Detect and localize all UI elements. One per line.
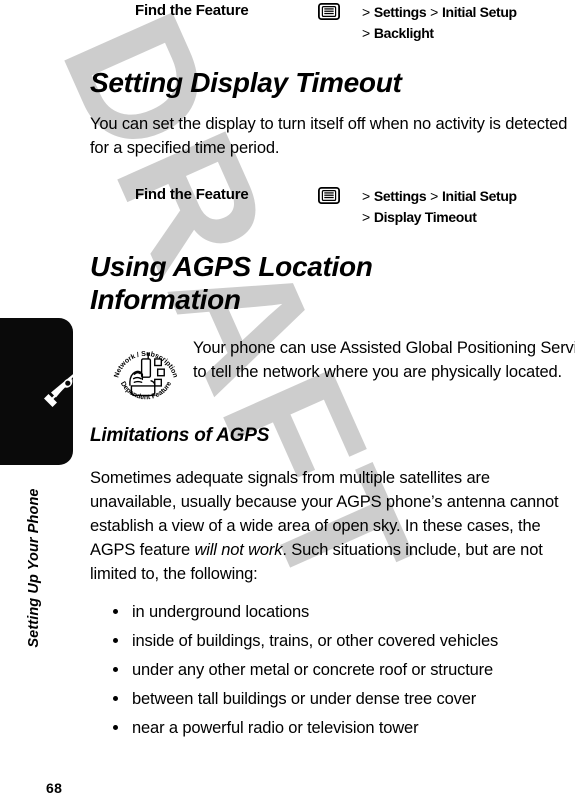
paragraph-agps-note: Your phone can use Assisted Global Posit… [193,339,575,381]
chevron-right-glyph: > [426,188,442,204]
limitations-bullet-list: in underground locations inside of build… [90,600,575,745]
list-item-label: in underground locations [132,603,310,621]
bullet-dot-icon [113,696,118,701]
chevron-right-glyph: > [426,4,442,20]
find-the-feature-label: Find the Feature [135,2,249,19]
find-the-feature-path-line-2: > Backlight [362,23,575,44]
find-the-feature-path-line-1: > Settings > Initial Setup [362,186,575,207]
list-item-label: inside of buildings, trains, or other co… [132,632,499,650]
find-the-feature-label: Find the Feature [135,186,249,203]
heading-using-agps-location-information: Using AGPS Location Information [90,251,373,315]
list-item-label: under any other metal or concrete roof o… [132,661,494,679]
chevron-right-glyph: > [362,25,374,41]
find-the-feature-path-line-2: > Display Timeout [362,207,575,228]
bullet-dot-icon [113,667,118,672]
menu-item-display-timeout[interactable]: Display Timeout [374,209,477,225]
find-the-feature-path: > Settings > Initial Setup > Display Tim… [362,186,575,228]
bullet-dot-icon [113,725,118,730]
svg-text:Network / Subscription: Network / Subscription [113,351,178,379]
bullet-dot-icon [113,609,118,614]
svg-text:Dependent Feature: Dependent Feature [119,381,173,402]
menu-item-initial-setup[interactable]: Initial Setup [442,4,517,20]
find-the-feature-path: > Settings > Initial Setup > Backlight [362,2,575,44]
list-item: under any other metal or concrete roof o… [90,658,575,687]
page-number: 68 [46,780,63,796]
chapter-label: Setting Up Your Phone [26,488,42,648]
menu-item-backlight[interactable]: Backlight [374,25,434,41]
find-the-feature-path-line-1: > Settings > Initial Setup [362,2,575,23]
list-item-label: between tall buildings or under dense tr… [132,690,477,708]
paragraph-limitations-emphasis: will not work [194,541,283,559]
chevron-right-glyph: > [362,4,374,20]
chevron-right-glyph: > [362,209,374,225]
menu-icon [318,3,340,20]
page-content: Find the Feature > Settings > Initial Se… [0,0,575,808]
heading-setting-display-timeout: Setting Display Timeout [90,67,402,98]
bullet-dot-icon [113,638,118,643]
list-item: inside of buildings, trains, or other co… [90,629,575,658]
menu-item-initial-setup[interactable]: Initial Setup [442,188,517,204]
list-item: between tall buildings or under dense tr… [90,687,575,716]
list-item-label: near a powerful radio or television towe… [132,719,419,737]
menu-item-settings[interactable]: Settings [374,4,427,20]
paragraph-display-timeout: You can set the display to turn itself o… [90,115,568,157]
heading-limitations-of-agps: Limitations of AGPS [90,425,270,446]
network-subscription-dependent-feature-badge-icon: Network / Subscription Dependent Feature [113,351,178,402]
chevron-right-glyph: > [362,188,374,204]
list-item: near a powerful radio or television towe… [90,716,575,745]
list-item: in underground locations [90,600,575,629]
paragraph-limitations: Sometimes adequate signals from multiple… [90,466,575,586]
menu-item-settings[interactable]: Settings [374,188,427,204]
menu-icon [318,187,340,204]
wrench-screwdriver-icon [44,361,84,407]
